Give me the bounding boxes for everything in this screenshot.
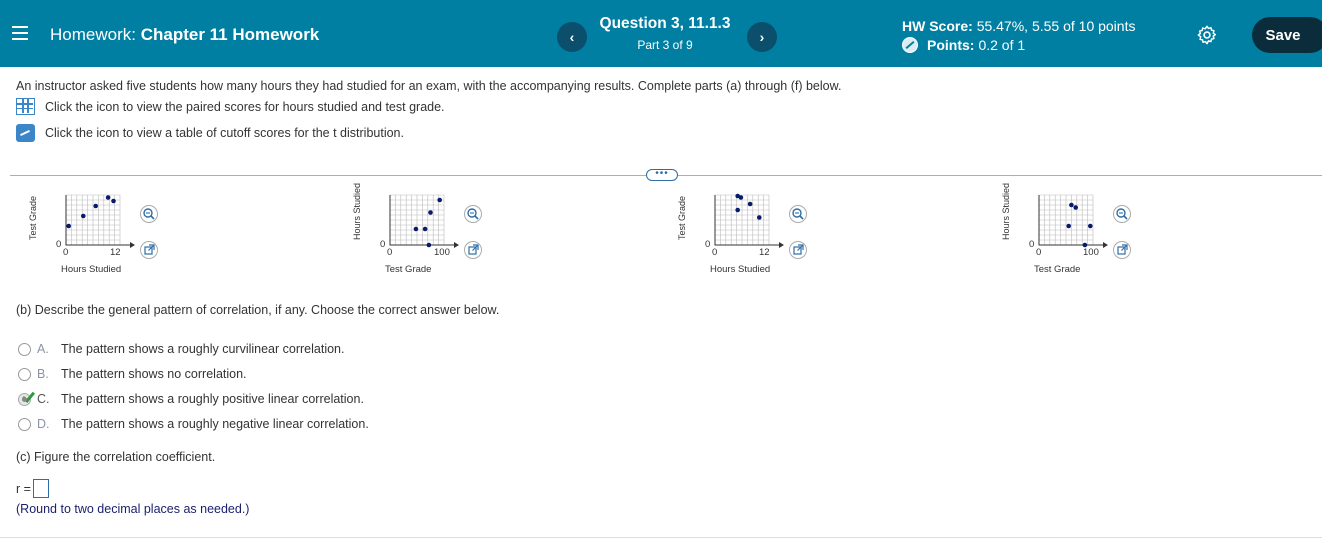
correct-check-icon [21,388,36,403]
data-point [66,223,71,229]
graph-x-min-tick: 0 [712,247,718,258]
data-point [1066,223,1071,229]
data-point [437,197,442,203]
question-points: Points: 0.2 of 1 [902,37,1025,53]
choice-b[interactable]: B. The pattern shows no correlation. [18,367,247,381]
choice-a-radio[interactable] [18,342,31,356]
choice-b-letter: B. [37,367,49,381]
problem-intro: An instructor asked five students how ma… [16,79,842,93]
graph-x-max-tick: 100 [1083,247,1099,258]
part-c-prompt: (c) Figure the correlation coefficient. [16,450,216,464]
data-point [747,201,753,207]
next-question-button[interactable]: › [747,22,777,52]
data-point [428,210,433,215]
r-answer-input[interactable] [32,479,49,498]
data-point [1069,202,1074,208]
zoom-magnifier-icon[interactable] [464,205,482,223]
choice-a-text: The pattern shows a roughly curvilinear … [61,342,345,356]
graph-choice-1[interactable]: Test Grade 0 0 12 Hours Studied [26,185,196,280]
zoom-magnifier-icon[interactable] [1113,205,1131,223]
open-popup-icon[interactable] [464,241,482,259]
data-point [105,195,111,200]
hw-score-value: 55.47%, 5.55 of 10 points [976,18,1136,34]
data-point [111,198,116,204]
question-part: Part 3 of 9 [637,38,693,52]
graph-y-min-tick: 0 [380,239,386,250]
t-table-link-text[interactable]: Click the icon to view a table of cutoff… [45,126,404,140]
paired-scores-link[interactable]: Click the icon to view the paired scores… [16,98,445,115]
choice-a[interactable]: A. The pattern shows a roughly curviline… [18,342,344,356]
r-answer-row: r = [16,479,49,498]
rounding-note: (Round to two decimal places as needed.) [16,502,250,516]
settings-gear-icon[interactable] [1196,24,1218,46]
graph-x-max-tick: 100 [434,247,450,258]
bottom-divider [0,537,1322,538]
graph-choice-2[interactable]: Hours Studied 0 0 100 Test Grade [350,183,520,280]
save-button[interactable]: Save [1252,17,1322,53]
book-icon[interactable] [16,124,35,142]
choice-d-text: The pattern shows a roughly negative lin… [61,417,369,431]
graph-x-min-tick: 0 [1036,247,1042,258]
graph-x-axis-label: Hours Studied [61,264,122,275]
data-point [422,226,428,232]
data-point [756,215,762,220]
data-point [1088,223,1093,229]
graph-choice-3[interactable]: Test Grade 0 0 12 Hours Studied [675,185,845,280]
menu-icon[interactable] [12,26,28,40]
graph-x-max-tick: 12 [110,247,121,258]
top-header-bar: Homework: Chapter 11 Homework ‹ Question… [0,0,1322,67]
t-table-link[interactable]: Click the icon to view a table of cutoff… [16,124,404,142]
choice-d-letter: D. [37,417,50,431]
data-table-icon[interactable] [16,98,35,115]
choice-a-letter: A. [37,342,49,356]
paired-scores-link-text[interactable]: Click the icon to view the paired scores… [45,100,445,114]
data-point [80,213,86,219]
hw-score: HW Score: 55.47%, 5.55 of 10 points [902,18,1135,34]
points-value: 0.2 of 1 [978,37,1026,53]
graph-x-min-tick: 0 [387,247,393,258]
choice-d[interactable]: D. The pattern shows a roughly negative … [18,417,369,431]
hw-score-label: HW Score: [902,18,973,34]
choice-d-radio[interactable] [18,417,31,431]
graph-y-min-tick: 0 [705,239,711,250]
graph-x-axis-label: Hours Studied [710,264,771,275]
data-point [738,195,744,200]
graph-x-min-tick: 0 [63,247,69,258]
choice-c-letter: C. [37,392,50,406]
data-point [426,242,432,248]
open-popup-icon[interactable] [140,241,158,259]
graph-choice-4[interactable]: Hours Studied 0 0 100 Test Grade [999,183,1169,280]
data-point [1073,205,1079,210]
graph-x-axis-label: Test Grade [1034,264,1081,275]
points-label: Points: [927,37,975,53]
graph-y-min-tick: 0 [56,239,62,250]
r-label: r = [16,481,31,496]
graph-x-axis-label: Test Grade [385,264,432,275]
partial-credit-icon [902,37,918,53]
more-options-button[interactable]: ••• [646,169,678,181]
choice-c[interactable]: C. The pattern shows a roughly positive … [18,388,364,406]
choice-b-radio[interactable] [18,367,31,381]
question-title: Question 3, 11.1.3 [599,15,731,32]
prev-question-button[interactable]: ‹ [557,22,587,52]
choice-b-text: The pattern shows no correlation. [61,367,247,381]
homework-name: Chapter 11 Homework [140,25,320,44]
open-popup-icon[interactable] [789,241,807,259]
graph-x-max-tick: 12 [759,247,770,258]
data-point [735,207,740,213]
homework-prefix: Homework: [50,25,136,44]
zoom-magnifier-icon[interactable] [140,205,158,223]
zoom-magnifier-icon[interactable] [789,205,807,223]
graph-y-min-tick: 0 [1029,239,1035,250]
homework-title: Homework: Chapter 11 Homework [50,25,319,45]
part-b-prompt: (b) Describe the general pattern of corr… [16,303,500,317]
choice-c-text: The pattern shows a roughly positive lin… [61,392,364,406]
data-point [93,203,98,209]
open-popup-icon[interactable] [1113,241,1131,259]
data-point [413,226,419,232]
choice-c-radio[interactable] [18,388,36,406]
